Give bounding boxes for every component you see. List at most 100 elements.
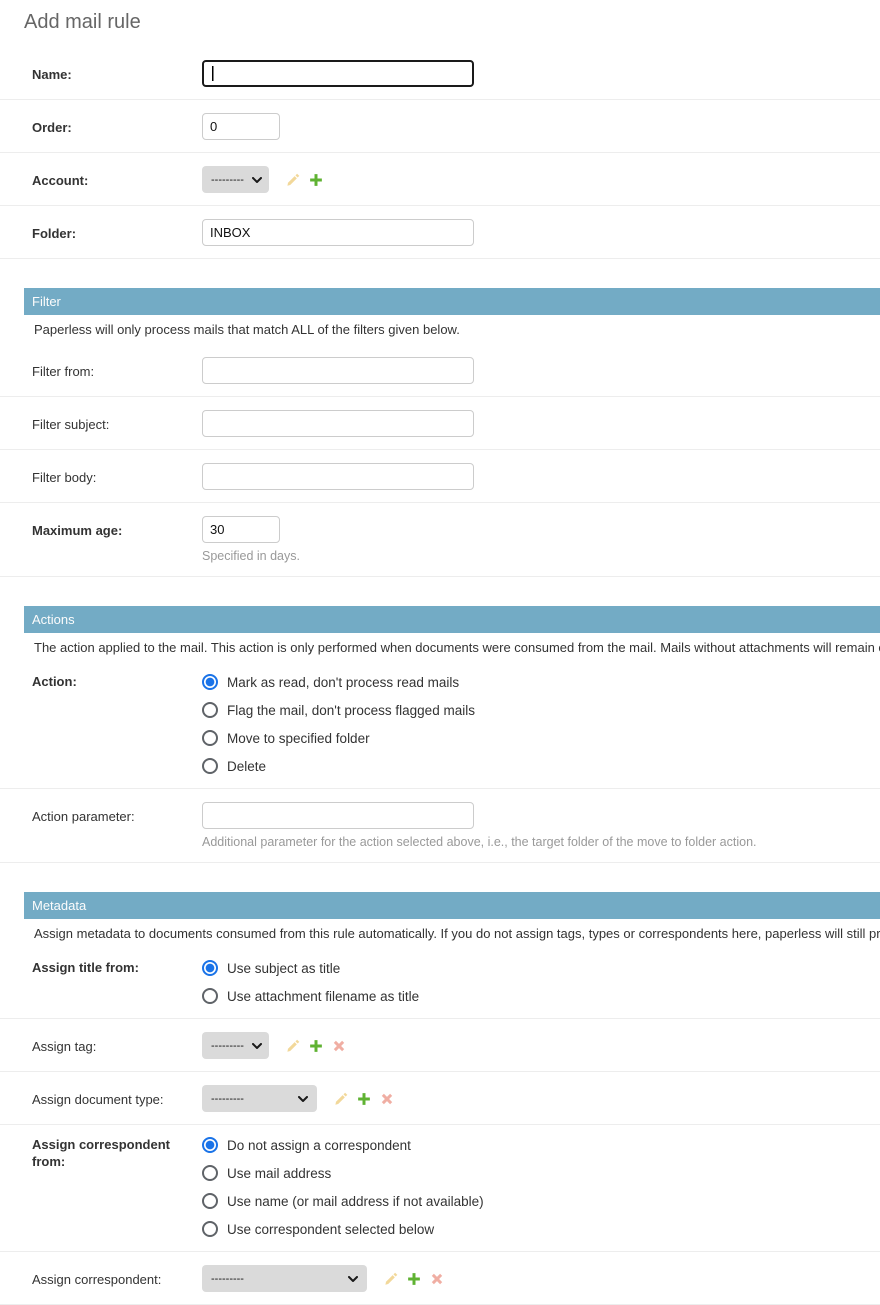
radio-option-label: Use mail address	[227, 1166, 331, 1181]
add-account-icon[interactable]	[309, 173, 323, 187]
correspondent-from-radio-selected-below[interactable]	[202, 1221, 218, 1237]
filter-from-label: Filter from:	[32, 357, 202, 380]
radio-option: Mark as read, don't process read mails	[202, 668, 880, 696]
radio-option: Delete	[202, 752, 880, 780]
module-general: Name: Order: Account: ---------	[0, 47, 880, 259]
radio-option-label: Use correspondent selected below	[227, 1222, 434, 1237]
order-input[interactable]	[202, 113, 280, 140]
assign-document-type-select[interactable]: ---------	[202, 1085, 317, 1112]
page-title: Add mail rule	[0, 0, 880, 34]
edit-correspondent-icon[interactable]	[384, 1272, 398, 1286]
module-metadata: Metadata Assign metadata to documents co…	[0, 892, 880, 1305]
assign-correspondent-from-radio-group: Do not assign a correspondent Use mail a…	[202, 1131, 880, 1243]
radio-option: Use name (or mail address if not availab…	[202, 1187, 880, 1215]
form-row-assign-correspondent-from: Assign correspondent from: Do not assign…	[0, 1125, 880, 1252]
form-row-assign-title-from: Assign title from: Use subject as title …	[0, 948, 880, 1019]
radio-option: Move to specified folder	[202, 724, 880, 752]
actions-section-help: The action applied to the mail. This act…	[34, 640, 880, 656]
form-row-name: Name:	[0, 47, 880, 100]
radio-option-label: Move to specified folder	[227, 731, 370, 746]
delete-tag-icon[interactable]	[332, 1039, 346, 1053]
form-row-assign-tag: Assign tag: ---------	[0, 1019, 880, 1072]
radio-option-label: Use attachment filename as title	[227, 989, 419, 1004]
action-label: Action:	[32, 668, 202, 690]
form-row-maximum-age: Maximum age: Specified in days.	[0, 503, 880, 577]
form-row-assign-document-type: Assign document type: ---------	[0, 1072, 880, 1125]
edit-document-type-icon[interactable]	[334, 1092, 348, 1106]
assign-title-from-radio-group: Use subject as title Use attachment file…	[202, 954, 880, 1010]
form-row-filter-subject: Filter subject:	[0, 397, 880, 450]
add-mail-rule-form: Name: Order: Account: ---------	[0, 47, 880, 1305]
action-radio-move-folder[interactable]	[202, 730, 218, 746]
assign-document-type-label: Assign document type:	[32, 1085, 202, 1108]
filter-section-heading: Filter	[24, 288, 880, 315]
correspondent-from-radio-mail-address[interactable]	[202, 1165, 218, 1181]
form-row-order: Order:	[0, 100, 880, 153]
radio-option-label: Flag the mail, don't process flagged mai…	[227, 703, 475, 718]
radio-option-label: Use subject as title	[227, 961, 340, 976]
action-radio-group: Mark as read, don't process read mails F…	[202, 668, 880, 780]
edit-tag-icon[interactable]	[286, 1039, 300, 1053]
metadata-section-help: Assign metadata to documents consumed fr…	[34, 926, 880, 942]
module-actions: Actions The action applied to the mail. …	[0, 606, 880, 863]
radio-option-label: Use name (or mail address if not availab…	[227, 1194, 484, 1209]
radio-option-label: Delete	[227, 759, 266, 774]
correspondent-from-radio-name[interactable]	[202, 1193, 218, 1209]
radio-option-label: Do not assign a correspondent	[227, 1138, 411, 1153]
form-row-folder: Folder:	[0, 206, 880, 259]
assign-correspondent-select-value: ---------	[211, 1273, 244, 1285]
metadata-section-heading: Metadata	[24, 892, 880, 919]
radio-option: Use correspondent selected below	[202, 1215, 880, 1243]
add-tag-icon[interactable]	[309, 1039, 323, 1053]
title-from-radio-attachment[interactable]	[202, 988, 218, 1004]
action-parameter-input[interactable]	[202, 802, 474, 829]
radio-option: Use mail address	[202, 1159, 880, 1187]
delete-document-type-icon[interactable]	[380, 1092, 394, 1106]
assign-tag-select-value: ---------	[211, 1040, 244, 1052]
action-radio-mark-as-read[interactable]	[202, 674, 218, 690]
form-row-account: Account: ---------	[0, 153, 880, 206]
maximum-age-input[interactable]	[202, 516, 280, 543]
radio-option: Use subject as title	[202, 954, 880, 982]
title-from-radio-subject[interactable]	[202, 960, 218, 976]
correspondent-from-radio-none[interactable]	[202, 1137, 218, 1153]
assign-correspondent-label: Assign correspondent:	[32, 1265, 202, 1288]
delete-correspondent-icon[interactable]	[430, 1272, 444, 1286]
account-label: Account:	[32, 166, 202, 189]
filter-from-input[interactable]	[202, 357, 474, 384]
folder-input[interactable]	[202, 219, 474, 246]
form-row-action-parameter: Action parameter: Additional parameter f…	[0, 789, 880, 863]
filter-subject-label: Filter subject:	[32, 410, 202, 433]
filter-body-label: Filter body:	[32, 463, 202, 486]
add-document-type-icon[interactable]	[357, 1092, 371, 1106]
assign-title-from-label: Assign title from:	[32, 954, 202, 976]
filter-body-input[interactable]	[202, 463, 474, 490]
action-parameter-label: Action parameter:	[32, 802, 202, 825]
assign-tag-select[interactable]: ---------	[202, 1032, 269, 1059]
form-row-filter-from: Filter from:	[0, 344, 880, 397]
filter-section-help: Paperless will only process mails that m…	[34, 322, 880, 338]
assign-correspondent-select[interactable]: ---------	[202, 1265, 367, 1292]
name-input[interactable]	[202, 60, 474, 87]
form-row-filter-body: Filter body:	[0, 450, 880, 503]
folder-label: Folder:	[32, 219, 202, 242]
assign-tag-label: Assign tag:	[32, 1032, 202, 1055]
action-parameter-help: Additional parameter for the action sele…	[202, 835, 880, 850]
assign-correspondent-from-label: Assign correspondent from:	[32, 1131, 202, 1170]
actions-section-heading: Actions	[24, 606, 880, 633]
account-select[interactable]: ---------	[202, 166, 269, 193]
module-filter: Filter Paperless will only process mails…	[0, 288, 880, 577]
maximum-age-help: Specified in days.	[202, 549, 880, 564]
add-correspondent-icon[interactable]	[407, 1272, 421, 1286]
edit-account-icon[interactable]	[286, 173, 300, 187]
form-row-action: Action: Mark as read, don't process read…	[0, 662, 880, 789]
radio-option: Flag the mail, don't process flagged mai…	[202, 696, 880, 724]
chevron-down-icon	[252, 177, 262, 183]
chevron-down-icon	[252, 1043, 262, 1049]
radio-option: Do not assign a correspondent	[202, 1131, 880, 1159]
form-row-assign-correspondent: Assign correspondent: ---------	[0, 1252, 880, 1305]
action-radio-flag-mail[interactable]	[202, 702, 218, 718]
filter-subject-input[interactable]	[202, 410, 474, 437]
account-select-value: ---------	[211, 174, 244, 186]
action-radio-delete[interactable]	[202, 758, 218, 774]
